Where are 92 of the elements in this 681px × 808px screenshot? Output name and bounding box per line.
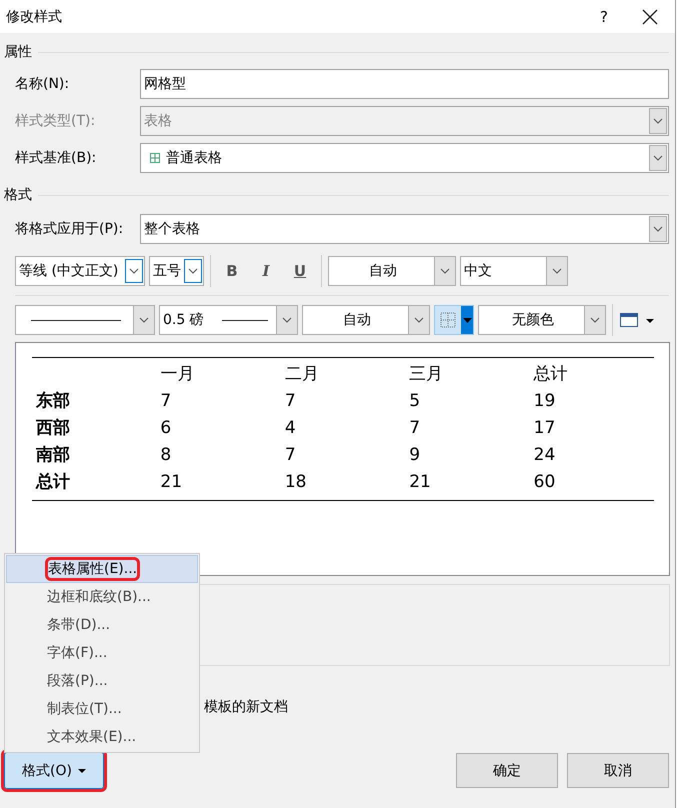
chevron-down-icon [552,268,562,274]
table-cell-text: 西部 [35,417,71,439]
menu-item[interactable]: 段落(P)... [6,667,198,695]
option-label: 模板的新文档 [204,698,288,716]
table-cell-text: 二月 [284,363,320,385]
shading-dropdown[interactable]: 无颜色 [478,305,606,335]
table-cell-text: 7 [159,390,172,410]
chevron-down-icon [440,268,450,274]
menu-item-label: 段落(P)... [47,672,108,690]
cancel-button[interactable]: 取消 [567,753,669,788]
menu-item-label: 条带(D)... [47,616,110,634]
window-title: 修改样式 [6,8,63,26]
menu-item[interactable]: 边框和底纹(B)... [6,583,198,611]
menu-item[interactable]: 条带(D)... [6,611,198,639]
caret-icon [462,318,472,322]
table-cell-text: 21 [159,472,184,492]
section-heading: 属性 [4,43,32,61]
field-value: 普通表格 [166,148,223,166]
table-icon [150,152,160,162]
format-button[interactable]: 格式(O) [4,752,104,789]
table-cell-text: 东部 [34,390,71,412]
table-cell-text: 三月 [408,363,444,385]
dropdown-button[interactable] [184,259,202,283]
table-cell-text: 24 [532,444,556,464]
table-cell-text: 总计 [532,363,569,385]
line-style-icon [222,318,268,322]
table-cell-text: 4 [284,418,297,438]
dropdown-button[interactable] [649,216,667,242]
field-value: 网格型 [144,74,187,92]
chevron-down-icon [129,268,139,274]
chevron-down-icon [653,118,663,124]
border-width-dropdown[interactable]: 0.5 磅 [159,305,298,335]
menu-item[interactable]: 文本效果(E)... [6,723,198,751]
field-label: 将格式应用于(P): [15,220,124,238]
border-color-dropdown[interactable]: 自动 [302,305,430,335]
menu-item-label: 制表位(T)... [47,700,122,718]
chevron-down-icon [653,154,663,160]
chevron-down-icon [653,226,663,232]
input-field[interactable]: 网格型 [140,68,669,98]
border-style-dropdown[interactable] [15,305,155,335]
table-cell-text: 60 [532,472,556,492]
table-cell-text: 18 [284,472,308,492]
menu-item-label: 文本效果(E)... [47,728,136,746]
dropdown-button[interactable] [649,144,667,170]
font-color-dropdown[interactable]: 自动 [328,256,456,286]
chevron-down-icon [188,268,198,274]
ok-button[interactable]: 确定 [456,753,558,788]
caret-icon [78,768,86,772]
chevron-down-icon [282,317,292,323]
table-cell-text: 总计 [34,471,71,493]
menu-item-label: 边框和底纹(B)... [47,588,151,606]
menu-item[interactable]: 制表位(T)... [6,695,198,723]
table-cell-text: 5 [408,390,422,410]
table-cell-text: 9 [408,444,422,464]
menu-item[interactable]: 字体(F)... [6,639,198,667]
field-label: 样式类型(T): [15,112,96,130]
table-cell-text: 7 [284,444,297,464]
underline-button[interactable]: U [285,262,315,280]
table-cell-text: 17 [532,418,556,438]
table-cell-text: 7 [284,390,297,410]
section-heading: 格式 [4,186,32,204]
table-cell-text: 6 [159,418,172,438]
script-dropdown[interactable]: 中文 [460,256,568,286]
menu-item-label: 表格属性(E)... [48,560,138,578]
italic-button[interactable]: I [251,262,281,280]
table-cell-text: 7 [408,418,422,438]
table-cell-text: 一月 [159,363,196,385]
chevron-down-icon [590,317,600,323]
field-value: 整个表格 [144,220,201,238]
table-cell-text: 8 [159,444,172,464]
help-button[interactable]: ? [600,8,608,26]
bold-button[interactable]: B [217,262,247,280]
font-dropdown[interactable]: 等线 (中文正文) [15,256,145,286]
borders-icon [439,311,457,329]
dropdown-field[interactable]: 整个表格 [140,214,669,244]
table-cell-text: 21 [408,472,432,492]
close-icon[interactable] [642,8,658,24]
chevron-down-icon [139,317,149,323]
dropdown-button[interactable] [125,259,143,283]
table-cell-text: 19 [532,390,556,410]
table-cell-text: 南部 [35,444,71,466]
line-style-icon [31,318,121,322]
field-value: 表格 [144,112,173,130]
menu-item[interactable]: 表格属性(E)... [6,555,198,583]
dropdown-field[interactable]: 普通表格 [140,142,669,172]
field-label: 样式基准(B): [15,148,98,166]
field-label: 名称(N): [15,74,70,92]
borders-button[interactable] [434,305,474,335]
size-dropdown[interactable]: 五号 [149,256,204,286]
menu-item-label: 字体(F)... [47,644,108,662]
chevron-down-icon [414,317,424,323]
alignment-icon[interactable] [619,311,655,329]
